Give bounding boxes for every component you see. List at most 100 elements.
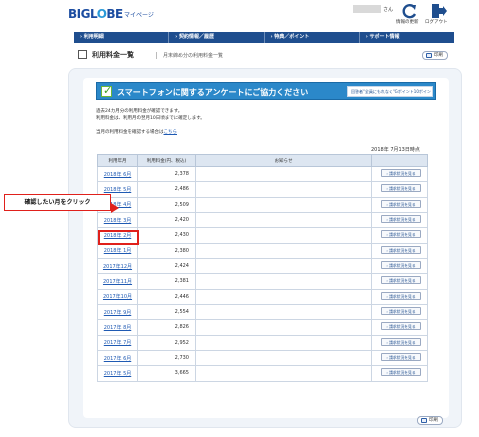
main-nav: › 利用明細 › 契約情報／履歴 › 特典／ポイント › サポート情報 <box>74 32 454 43</box>
content-panel: スマートフォンに関するアンケートにご協力ください 回答者"全員にもれなく"Gポイ… <box>68 68 462 428</box>
amount-cell: 2,378 <box>137 165 196 183</box>
view-billing-button[interactable]: › 請求状況を見る <box>381 261 421 270</box>
nav-item-usage[interactable]: › 利用明細 <box>74 32 170 43</box>
notice-cell <box>195 242 372 259</box>
action-cell: › 請求状況を見る <box>371 257 428 275</box>
table-row: 2017年 6月 2,730 › 請求状況を見る <box>97 349 428 367</box>
refresh-icon[interactable] <box>401 3 419 19</box>
month-link[interactable]: 2018年 1月 <box>97 242 138 259</box>
notice-cell <box>195 273 372 290</box>
nav-item-contract[interactable]: › 契約情報／履歴 <box>169 32 265 43</box>
action-cell: › 請求状況を見る <box>371 319 428 336</box>
action-cell: › 請求状況を見る <box>371 165 428 183</box>
amount-cell: 2,554 <box>137 303 196 321</box>
view-billing-button[interactable]: › 請求状況を見る <box>381 199 421 208</box>
amount-cell: 2,430 <box>137 227 196 244</box>
view-billing-button[interactable]: › 請求状況を見る <box>381 245 421 254</box>
view-billing-button[interactable]: › 請求状況を見る <box>381 353 421 362</box>
view-billing-button[interactable]: › 請求状況を見る <box>381 276 421 285</box>
print-button-bottom[interactable]: 印刷 <box>417 416 443 425</box>
notice-cell <box>195 211 372 229</box>
notice-cell <box>195 227 372 244</box>
month-link[interactable]: 2017年12月 <box>97 257 138 275</box>
notice-cell <box>195 257 372 275</box>
action-cell: › 請求状況を見る <box>371 303 428 321</box>
refresh-label[interactable]: 情報の更新 <box>396 19 419 25</box>
action-cell: › 請求状況を見る <box>371 227 428 244</box>
survey-banner[interactable]: スマートフォンに関するアンケートにご協力ください 回答者"全員にもれなく"Gポイ… <box>96 82 436 100</box>
table-row: 2017年 9月 2,554 › 請求状況を見る <box>97 303 428 321</box>
notice-cell <box>195 181 372 198</box>
month-link[interactable]: 2017年 7月 <box>97 334 138 351</box>
selection-highlight <box>98 230 139 245</box>
notice-cell <box>195 365 372 382</box>
document-icon <box>78 50 87 59</box>
view-billing-button[interactable]: › 請求状況を見る <box>381 184 421 193</box>
current-month-link[interactable]: こちら <box>164 130 178 135</box>
view-billing-button[interactable]: › 請求状況を見る <box>381 307 421 316</box>
title-bar: 利用料金一覧 月末締め分の利用料金一覧 印刷 <box>74 47 454 63</box>
nav-item-support[interactable]: › サポート情報 <box>360 32 454 43</box>
month-link[interactable]: 2018年 6月 <box>97 165 138 183</box>
note-line-2: 利用料金は、利用月の翌月10日頃までに確定します。 <box>96 116 205 121</box>
view-billing-button[interactable]: › 請求状況を見る <box>381 337 421 346</box>
action-cell: › 請求状況を見る <box>371 273 428 290</box>
view-billing-button[interactable]: › 請求状況を見る <box>381 368 421 377</box>
month-link[interactable]: 2017年 5月 <box>97 365 138 382</box>
amount-cell: 3,665 <box>137 365 196 382</box>
month-link[interactable]: 2017年 9月 <box>97 303 138 321</box>
action-cell: › 請求状況を見る <box>371 288 428 305</box>
page-title: 利用料金一覧 <box>92 51 134 59</box>
biglobe-logo[interactable]: BIGLOBE <box>68 7 123 21</box>
amount-cell: 2,730 <box>137 349 196 367</box>
amount-cell: 2,509 <box>137 196 196 213</box>
month-link[interactable]: 2017年11月 <box>97 273 138 290</box>
amount-cell: 2,380 <box>137 242 196 259</box>
action-cell: › 請求状況を見る <box>371 334 428 351</box>
table-row: 2018年 2月 2,430 › 請求状況を見る <box>97 227 428 244</box>
print-button-top[interactable]: 印刷 <box>422 51 448 60</box>
page: BIGLOBE マイページ さん 情報の更新 ログアウト › 利用明細 › 契約… <box>58 0 465 437</box>
user-suffix: さん <box>383 7 394 13</box>
table-row: 2017年 5月 3,665 › 請求状況を見る <box>97 365 428 382</box>
content-inner: スマートフォンに関するアンケートにご協力ください 回答者"全員にもれなく"Gポイ… <box>83 78 449 425</box>
table-row: 2017年12月 2,424 › 請求状況を見る <box>97 257 428 275</box>
logout-icon[interactable] <box>429 3 447 19</box>
month-link[interactable]: 2018年 3月 <box>97 211 138 229</box>
callout-arrow <box>111 203 119 213</box>
action-cell: › 請求状況を見る <box>371 211 428 229</box>
month-link[interactable]: 2017年 6月 <box>97 349 138 367</box>
nav-item-points[interactable]: › 特典／ポイント <box>265 32 360 43</box>
amount-cell: 2,446 <box>137 288 196 305</box>
mypage-label: マイページ <box>124 12 154 19</box>
header-amount: 利用料金(円、税込) <box>137 154 196 167</box>
amount-cell: 2,381 <box>137 273 196 290</box>
notice-cell <box>195 319 372 336</box>
action-cell: › 請求状況を見る <box>371 242 428 259</box>
amount-cell: 2,420 <box>137 211 196 229</box>
amount-cell: 2,826 <box>137 319 196 336</box>
printer-icon <box>426 53 432 58</box>
instruction-callout: 確認したい月をクリック <box>4 194 111 211</box>
month-link[interactable]: 2017年10月 <box>97 288 138 305</box>
view-billing-button[interactable]: › 請求状況を見る <box>381 322 421 331</box>
notice-cell <box>195 288 372 305</box>
header-action <box>371 154 428 167</box>
header-month: 利用年月 <box>97 154 138 167</box>
survey-banner-text: スマートフォンに関するアンケートにご協力ください <box>117 88 309 97</box>
notice-cell <box>195 196 372 213</box>
table-row: 2017年 7月 2,952 › 請求状況を見る <box>97 334 428 351</box>
table-row: 2018年 6月 2,378 › 請求状況を見る <box>97 165 428 183</box>
table-row: 2018年 4月 2,509 › 請求状況を見る <box>97 196 428 213</box>
note-line-3: 当月の利用料金を確認する場合はこちら <box>96 130 178 135</box>
table-row: 2018年 1月 2,380 › 請求状況を見る <box>97 242 428 259</box>
view-billing-button[interactable]: › 請求状況を見る <box>381 230 421 239</box>
view-billing-button[interactable]: › 請求状況を見る <box>381 215 421 224</box>
survey-badge: 回答者"全員にもれなく"Gポイント10ポイント <box>347 86 433 97</box>
logout-label[interactable]: ログアウト <box>425 19 448 25</box>
amount-cell: 2,952 <box>137 334 196 351</box>
view-billing-button[interactable]: › 請求状況を見る <box>381 169 421 178</box>
month-link[interactable]: 2017年 8月 <box>97 319 138 336</box>
view-billing-button[interactable]: › 請求状況を見る <box>381 291 421 300</box>
note-line-1: 過去24カ月分の利用料金が確認できます。 <box>96 109 183 114</box>
